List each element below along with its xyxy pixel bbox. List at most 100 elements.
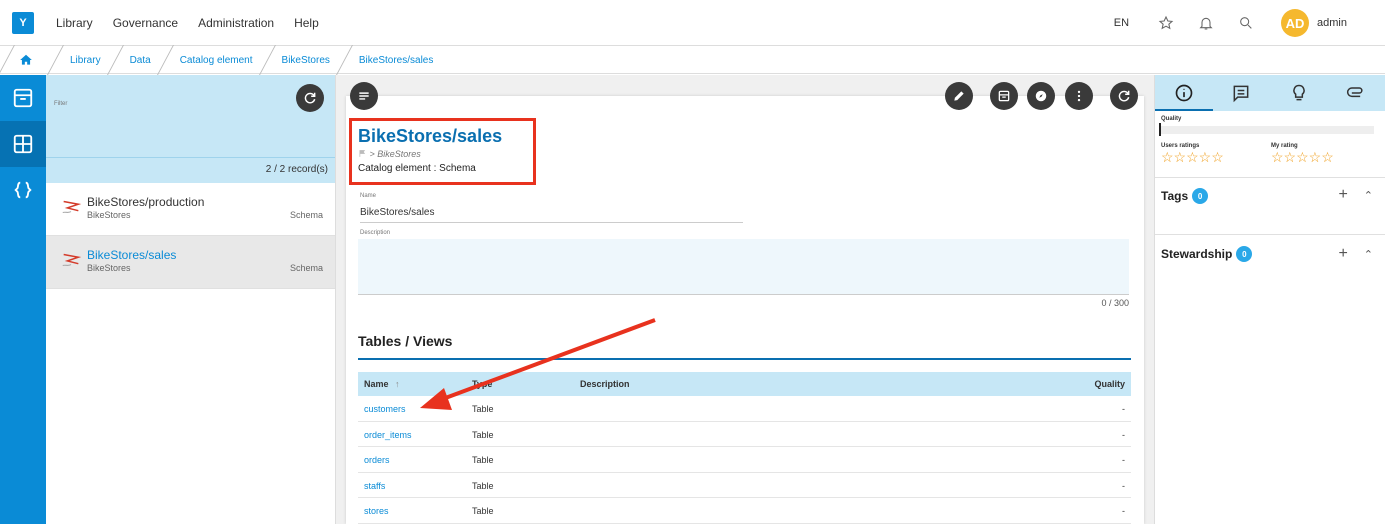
description-field[interactable] <box>358 239 1129 295</box>
tab-attachments[interactable] <box>1328 75 1385 111</box>
edit-button[interactable] <box>945 82 973 110</box>
toc-button[interactable] <box>350 82 378 110</box>
table-type: Table <box>472 429 494 440</box>
page-title: BikeStores/sales <box>358 126 503 146</box>
star-icon[interactable] <box>1157 14 1175 32</box>
table-quality: - <box>1122 429 1125 440</box>
archive-icon <box>998 90 1010 102</box>
table-row[interactable]: staffs Table - <box>358 473 1131 499</box>
sort-arrow-up-icon: ↑ <box>395 379 400 389</box>
users-ratings-stars: ☆☆☆☆☆ <box>1161 149 1224 165</box>
breadcrumb-data[interactable]: Data <box>130 55 151 66</box>
bell-icon[interactable] <box>1197 14 1215 32</box>
refresh-list-button[interactable] <box>296 84 324 112</box>
breadcrumb-separator <box>47 45 64 75</box>
table-quality: - <box>1122 480 1125 491</box>
right-panel: Quality Users ratings ☆☆☆☆☆ My rating ☆☆… <box>1154 75 1385 524</box>
element-path: > BikeStores <box>358 149 421 159</box>
table-quality: - <box>1122 506 1125 517</box>
lightbulb-icon <box>1293 84 1305 101</box>
tab-comments[interactable] <box>1213 75 1271 111</box>
list-item-title: BikeStores/sales <box>87 248 177 262</box>
table-name-link[interactable]: order_items <box>364 430 412 440</box>
list-item-type: Schema <box>289 263 323 273</box>
list-item[interactable]: BikeStores/production BikeStores Schema <box>46 183 335 236</box>
table-name-link[interactable]: orders <box>364 455 390 465</box>
list-item-subtitle: BikeStores <box>87 210 131 220</box>
language-selector[interactable]: EN <box>1114 17 1129 29</box>
menu-administration[interactable]: Administration <box>198 16 274 30</box>
filter-box[interactable]: Filter <box>46 75 335 157</box>
table-type: Table <box>472 455 494 466</box>
table-row[interactable]: stores Table - <box>358 498 1131 524</box>
table-type: Table <box>472 404 494 414</box>
quality-label: Quality <box>1161 116 1182 122</box>
breadcrumb-library[interactable]: Library <box>70 55 101 66</box>
divider <box>1155 234 1385 235</box>
record-count: 2 / 2 record(s) <box>265 164 328 175</box>
flag-icon <box>359 150 366 157</box>
column-header-type[interactable]: Type <box>472 379 492 389</box>
column-header-description[interactable]: Description <box>580 379 630 389</box>
menu-help[interactable]: Help <box>294 16 319 30</box>
grid-icon[interactable] <box>0 121 46 167</box>
user-name[interactable]: admin <box>1317 17 1347 29</box>
table-row[interactable]: customers Table - <box>358 396 1131 422</box>
table-name-link[interactable]: stores <box>364 506 389 516</box>
tab-info[interactable] <box>1155 75 1213 111</box>
sql-server-icon <box>62 200 82 214</box>
refresh-button[interactable] <box>1110 82 1138 110</box>
stewardship-label: Stewardship <box>1161 247 1233 261</box>
table-row[interactable]: order_items Table - <box>358 422 1131 448</box>
home-icon[interactable] <box>11 53 41 67</box>
breadcrumb-bikestores[interactable]: BikeStores <box>282 55 330 66</box>
column-header-quality[interactable]: Quality <box>1094 379 1125 389</box>
tab-suggestions[interactable] <box>1270 75 1328 111</box>
refresh-icon <box>304 92 316 104</box>
explore-button[interactable] <box>1027 82 1055 110</box>
column-name-label: Name <box>364 379 389 389</box>
add-steward-plus-icon[interactable]: + <box>1338 245 1347 263</box>
add-tag-plus-icon[interactable]: + <box>1338 186 1347 204</box>
list-item[interactable]: BikeStores/sales BikeStores Schema <box>46 236 335 289</box>
table-name-link[interactable]: customers <box>364 404 406 414</box>
name-field[interactable]: BikeStores/sales <box>360 207 743 223</box>
table-type: Table <box>472 480 494 491</box>
side-rail <box>0 75 46 524</box>
breadcrumb-current[interactable]: BikeStores/sales <box>359 55 433 66</box>
section-divider <box>358 358 1131 360</box>
archive-button[interactable] <box>990 82 1018 110</box>
menu-governance[interactable]: Governance <box>113 16 178 30</box>
stewardship-count-badge: 0 <box>1236 246 1253 262</box>
top-navbar: Y Library Governance Administration Help… <box>0 0 1385 46</box>
tags-count-badge: 0 <box>1192 188 1209 204</box>
section-title: Tables / Views <box>358 333 453 349</box>
avatar[interactable]: AD <box>1281 9 1310 37</box>
stewardship-section-title: Stewardship 0 <box>1161 246 1253 262</box>
tags-section-title: Tags 0 <box>1161 188 1209 204</box>
my-rating-stars[interactable]: ☆☆☆☆☆ <box>1271 149 1334 166</box>
more-options-button[interactable] <box>1065 82 1093 110</box>
app-logo[interactable]: Y <box>12 11 34 34</box>
element-path-text: > BikeStores <box>369 149 421 159</box>
record-count-row: 2 / 2 record(s) <box>46 157 335 183</box>
table-header: Name ↑ Type Description Quality <box>358 372 1131 396</box>
compass-icon <box>1035 90 1047 102</box>
stewardship-actions: + ⌃ <box>1338 245 1373 263</box>
table-quality: - <box>1122 404 1125 414</box>
table-row[interactable]: orders Table - <box>358 447 1131 473</box>
breadcrumb-catalog-element[interactable]: Catalog element <box>180 55 253 66</box>
archive-icon[interactable] <box>0 75 46 121</box>
collapse-tags-chevron-up-icon[interactable]: ⌃ <box>1364 189 1373 202</box>
collapse-stewardship-chevron-up-icon[interactable]: ⌃ <box>1364 248 1373 261</box>
search-icon[interactable] <box>1237 14 1255 32</box>
menu-library[interactable]: Library <box>56 16 93 30</box>
breadcrumb-separator <box>106 45 124 75</box>
braces-icon[interactable] <box>0 167 46 213</box>
name-label: Name <box>360 193 377 199</box>
column-header-name[interactable]: Name ↑ <box>364 379 400 389</box>
description-label: Description <box>360 230 391 236</box>
sql-server-icon <box>62 253 82 267</box>
table-name-link[interactable]: staffs <box>364 481 385 491</box>
right-panel-tabs <box>1155 75 1385 111</box>
